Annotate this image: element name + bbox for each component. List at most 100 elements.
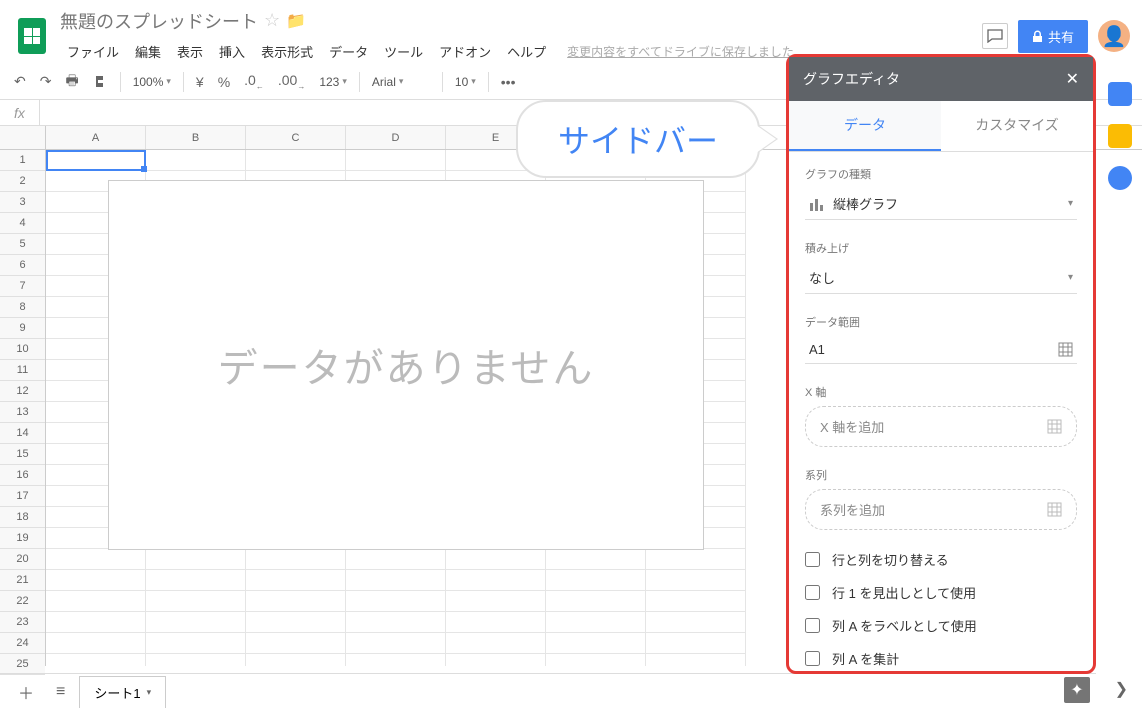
col-header[interactable]: B (146, 126, 246, 149)
cell[interactable] (346, 654, 446, 666)
row-header[interactable]: 20 (0, 549, 45, 570)
row-header[interactable]: 22 (0, 591, 45, 612)
menu-data[interactable]: データ (322, 38, 375, 65)
row-header[interactable]: 16 (0, 465, 45, 486)
check-switch-rows-cols[interactable]: 行と列を切り替える (805, 550, 1077, 569)
cell[interactable] (446, 591, 546, 612)
menu-view[interactable]: 表示 (170, 38, 210, 65)
currency-btn[interactable]: ¥ (190, 70, 210, 94)
col-header[interactable]: D (346, 126, 446, 149)
stacking-select[interactable]: なし (805, 262, 1077, 294)
row-header[interactable]: 21 (0, 570, 45, 591)
cell[interactable] (646, 591, 746, 612)
cell[interactable] (546, 591, 646, 612)
chart-placeholder[interactable]: データがありません (108, 180, 704, 550)
cell[interactable] (46, 612, 146, 633)
cell[interactable] (446, 654, 546, 666)
cell[interactable] (346, 570, 446, 591)
cell[interactable] (246, 549, 346, 570)
comments-icon[interactable] (982, 23, 1008, 49)
font-select[interactable]: Arial (366, 72, 436, 92)
cell[interactable] (246, 570, 346, 591)
explore-button[interactable]: ✦ (1064, 677, 1090, 703)
more-formats-select[interactable]: 123 (313, 72, 353, 92)
cell[interactable] (146, 549, 246, 570)
cell[interactable] (646, 549, 746, 570)
avatar[interactable]: 👤 (1098, 20, 1130, 52)
menu-help[interactable]: ヘルプ (500, 38, 553, 65)
select-all-corner[interactable] (0, 126, 45, 150)
sidepanel-toggle-icon[interactable]: ❯ (1115, 679, 1128, 699)
add-sheet-button[interactable]: ＋ (10, 674, 42, 710)
sheets-logo[interactable] (12, 16, 52, 56)
tab-customize[interactable]: カスタマイズ (941, 101, 1093, 151)
all-sheets-button[interactable]: ≡ (48, 677, 73, 707)
row-header[interactable]: 14 (0, 423, 45, 444)
row-header[interactable]: 15 (0, 444, 45, 465)
cell[interactable] (646, 654, 746, 666)
cell[interactable] (346, 633, 446, 654)
row-header[interactable]: 5 (0, 234, 45, 255)
data-range-input[interactable]: A1 (805, 336, 1077, 364)
row-header[interactable]: 1 (0, 150, 45, 171)
row-header[interactable]: 3 (0, 192, 45, 213)
percent-btn[interactable]: % (212, 70, 236, 94)
cell[interactable] (246, 612, 346, 633)
print-icon[interactable]: 🖶 (59, 66, 84, 98)
cell[interactable] (546, 549, 646, 570)
undo-icon[interactable]: ↶ (8, 69, 32, 94)
cell[interactable] (246, 591, 346, 612)
tab-data[interactable]: データ (789, 101, 941, 151)
row-header[interactable]: 25 (0, 654, 45, 675)
series-add-button[interactable]: 系列を追加 (805, 489, 1077, 530)
cell[interactable] (246, 633, 346, 654)
tasks-icon[interactable] (1108, 166, 1132, 190)
cell[interactable] (346, 612, 446, 633)
xaxis-add-button[interactable]: X 軸を追加 (805, 406, 1077, 447)
cell[interactable] (546, 654, 646, 666)
cell[interactable] (546, 570, 646, 591)
cell[interactable] (246, 150, 346, 171)
menu-addons[interactable]: アドオン (432, 38, 498, 65)
row-header[interactable]: 7 (0, 276, 45, 297)
check-colA-labels[interactable]: 列 A をラベルとして使用 (805, 616, 1077, 635)
more-toolbar-btn[interactable]: ••• (495, 70, 522, 94)
cell[interactable] (46, 150, 146, 171)
col-header[interactable]: A (46, 126, 146, 149)
menu-edit[interactable]: 編集 (128, 38, 168, 65)
menu-format[interactable]: 表示形式 (254, 38, 320, 65)
dec-decimal-btn[interactable]: .0← (238, 68, 270, 95)
keep-icon[interactable] (1108, 124, 1132, 148)
row-header[interactable]: 24 (0, 633, 45, 654)
col-header[interactable]: C (246, 126, 346, 149)
row-header[interactable]: 17 (0, 486, 45, 507)
cell[interactable] (146, 591, 246, 612)
cell[interactable] (46, 654, 146, 666)
zoom-select[interactable]: 100% (127, 72, 177, 92)
row-header[interactable]: 6 (0, 255, 45, 276)
chart-type-select[interactable]: 縦棒グラフ (805, 188, 1077, 220)
cell[interactable] (146, 150, 246, 171)
cell[interactable] (46, 633, 146, 654)
doc-title[interactable]: 無題のスプレッドシート (60, 8, 258, 34)
cell[interactable] (646, 570, 746, 591)
row-header[interactable]: 10 (0, 339, 45, 360)
cell[interactable] (346, 549, 446, 570)
cell[interactable] (46, 591, 146, 612)
row-header[interactable]: 2 (0, 171, 45, 192)
share-button[interactable]: 共有 (1018, 20, 1088, 53)
cell[interactable] (246, 654, 346, 666)
check-row1-headers[interactable]: 行 1 を見出しとして使用 (805, 583, 1077, 602)
cell[interactable] (646, 633, 746, 654)
row-header[interactable]: 13 (0, 402, 45, 423)
cell[interactable] (146, 654, 246, 666)
row-header[interactable]: 9 (0, 318, 45, 339)
sheet-tab[interactable]: シート1 (79, 676, 166, 708)
row-header[interactable]: 12 (0, 381, 45, 402)
menu-file[interactable]: ファイル (60, 38, 126, 65)
cell[interactable] (646, 612, 746, 633)
cell[interactable] (146, 612, 246, 633)
redo-icon[interactable]: ↷ (34, 69, 58, 94)
inc-decimal-btn[interactable]: .00→ (272, 68, 311, 95)
row-header[interactable]: 23 (0, 612, 45, 633)
